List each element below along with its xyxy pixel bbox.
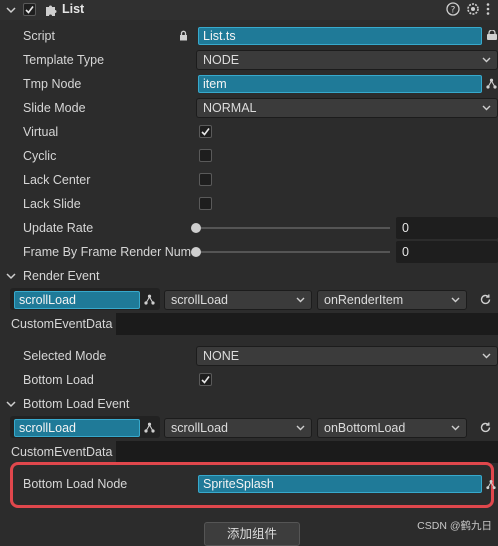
chevron-down-icon <box>482 57 491 63</box>
prop-selected-mode: Selected Mode NONE <box>0 344 498 368</box>
chevron-down-icon[interactable] <box>6 6 16 14</box>
svg-text:?: ? <box>451 6 456 16</box>
update-rate-input[interactable]: 0 <box>396 217 498 239</box>
prop-lack-center: Lack Center <box>0 168 498 192</box>
prop-render-event[interactable]: Render Event <box>0 264 498 288</box>
chevron-down-icon <box>296 425 305 431</box>
update-rate-slider-track[interactable] <box>196 227 390 229</box>
prop-label: Tmp Node <box>23 77 82 91</box>
bottom-load-component-select[interactable]: scrollLoad <box>164 418 312 438</box>
frame-slider-knob[interactable] <box>191 247 201 257</box>
node-pick-icon[interactable] <box>144 294 155 305</box>
question-icon[interactable]: ? <box>446 2 460 16</box>
template-type-select[interactable]: NODE <box>196 50 498 70</box>
virtual-checkbox[interactable] <box>199 125 212 138</box>
select-value: scrollLoad <box>171 421 228 435</box>
component-header[interactable]: List ? <box>0 0 498 20</box>
refresh-icon[interactable] <box>479 421 492 434</box>
watermark: CSDN @鹤九日 <box>417 520 492 532</box>
select-value: onBottomLoad <box>324 421 406 435</box>
chevron-down-icon <box>451 297 460 303</box>
prop-slide-mode: Slide Mode NORMAL <box>0 96 498 120</box>
prop-bottom-load: Bottom Load <box>0 368 498 392</box>
prop-bottom-load-node: Bottom Load Node SpriteSplash <box>0 472 498 496</box>
select-value: NONE <box>203 349 240 363</box>
prop-label: Script <box>23 29 55 43</box>
prop-template-type: Template Type NODE <box>0 48 498 72</box>
slide-mode-select[interactable]: NORMAL <box>196 98 498 118</box>
prop-custom-event-data-1: CustomEventData <box>0 312 498 336</box>
chevron-down-icon <box>482 353 491 359</box>
chevron-down-icon <box>296 297 305 303</box>
more-vertical-icon[interactable] <box>485 2 491 16</box>
custom-event-data-input[interactable] <box>116 441 498 463</box>
component-title: List <box>62 2 85 16</box>
bottom-load-checkbox[interactable] <box>199 373 212 386</box>
prop-label: Bottom Load <box>23 373 94 387</box>
update-rate-slider-knob[interactable] <box>191 223 201 233</box>
prop-script: Script List.ts <box>0 24 498 48</box>
prop-label: Frame By Frame Render Num <box>23 245 192 259</box>
lack-center-checkbox[interactable] <box>199 173 212 186</box>
frame-slider-track[interactable] <box>196 251 390 253</box>
prop-label: CustomEventData <box>11 445 113 459</box>
prop-bottom-load-event[interactable]: Bottom Load Event <box>0 392 498 416</box>
node-pick-icon[interactable] <box>486 78 497 89</box>
add-component-button[interactable]: 添加组件 <box>204 522 300 546</box>
chevron-down-icon <box>451 425 460 431</box>
prop-label: Bottom Load Event <box>23 397 130 411</box>
asset-icon[interactable] <box>486 30 498 41</box>
bottom-load-handler-select[interactable]: onBottomLoad <box>317 418 467 438</box>
prop-lack-slide: Lack Slide <box>0 192 498 216</box>
chevron-down-icon <box>482 105 491 111</box>
puzzle-icon <box>46 5 57 16</box>
node-pick-icon[interactable] <box>144 422 155 433</box>
prop-label: Selected Mode <box>23 349 107 363</box>
settings-icon[interactable] <box>466 2 480 16</box>
lock-icon <box>180 30 187 41</box>
prop-frame-by-frame: Frame By Frame Render Num 0 <box>0 240 498 264</box>
prop-cyclic: Cyclic <box>0 144 498 168</box>
custom-event-data-input[interactable] <box>116 313 498 335</box>
select-value: NORMAL <box>203 101 257 115</box>
prop-update-rate: Update Rate 0 <box>0 216 498 240</box>
prop-virtual: Virtual <box>0 120 498 144</box>
tmp-node-field[interactable]: item <box>198 75 482 93</box>
script-field[interactable]: List.ts <box>198 27 482 45</box>
prop-label: Render Event <box>23 269 100 283</box>
frame-input[interactable]: 0 <box>396 241 498 263</box>
lack-slide-checkbox[interactable] <box>199 197 212 210</box>
cyclic-checkbox[interactable] <box>199 149 212 162</box>
refresh-icon[interactable] <box>479 293 492 306</box>
chevron-down-icon[interactable] <box>6 399 16 409</box>
bottom-load-node-field[interactable]: SpriteSplash <box>198 475 482 493</box>
prop-label: Cyclic <box>23 149 57 163</box>
select-value: NODE <box>203 53 240 67</box>
chevron-down-icon[interactable] <box>6 271 16 281</box>
select-value: onRenderItem <box>324 293 404 307</box>
prop-label: CustomEventData <box>11 317 113 331</box>
prop-label: Slide Mode <box>23 101 86 115</box>
prop-label: Virtual <box>23 125 59 139</box>
prop-label: Lack Slide <box>23 197 81 211</box>
bottom-load-target-field[interactable]: scrollLoad <box>14 419 140 437</box>
component-enabled-checkbox[interactable] <box>23 3 36 16</box>
render-event-target-field[interactable]: scrollLoad <box>14 291 140 309</box>
render-event-handler-select[interactable]: onRenderItem <box>317 290 467 310</box>
render-event-handler-row: scrollLoad scrollLoad onRenderItem <box>0 288 498 312</box>
bottom-load-event-handler-row: scrollLoad scrollLoad onBottomLoad <box>0 416 498 440</box>
selected-mode-select[interactable]: NONE <box>196 346 498 366</box>
select-value: scrollLoad <box>171 293 228 307</box>
prop-label: Template Type <box>23 53 105 67</box>
node-pick-icon[interactable] <box>486 479 496 490</box>
prop-tmp-node: Tmp Node item <box>0 72 498 96</box>
prop-custom-event-data-2: CustomEventData <box>0 440 498 464</box>
prop-label: Bottom Load Node <box>23 477 128 491</box>
prop-label: Update Rate <box>23 221 94 235</box>
prop-label: Lack Center <box>23 173 91 187</box>
render-event-component-select[interactable]: scrollLoad <box>164 290 312 310</box>
